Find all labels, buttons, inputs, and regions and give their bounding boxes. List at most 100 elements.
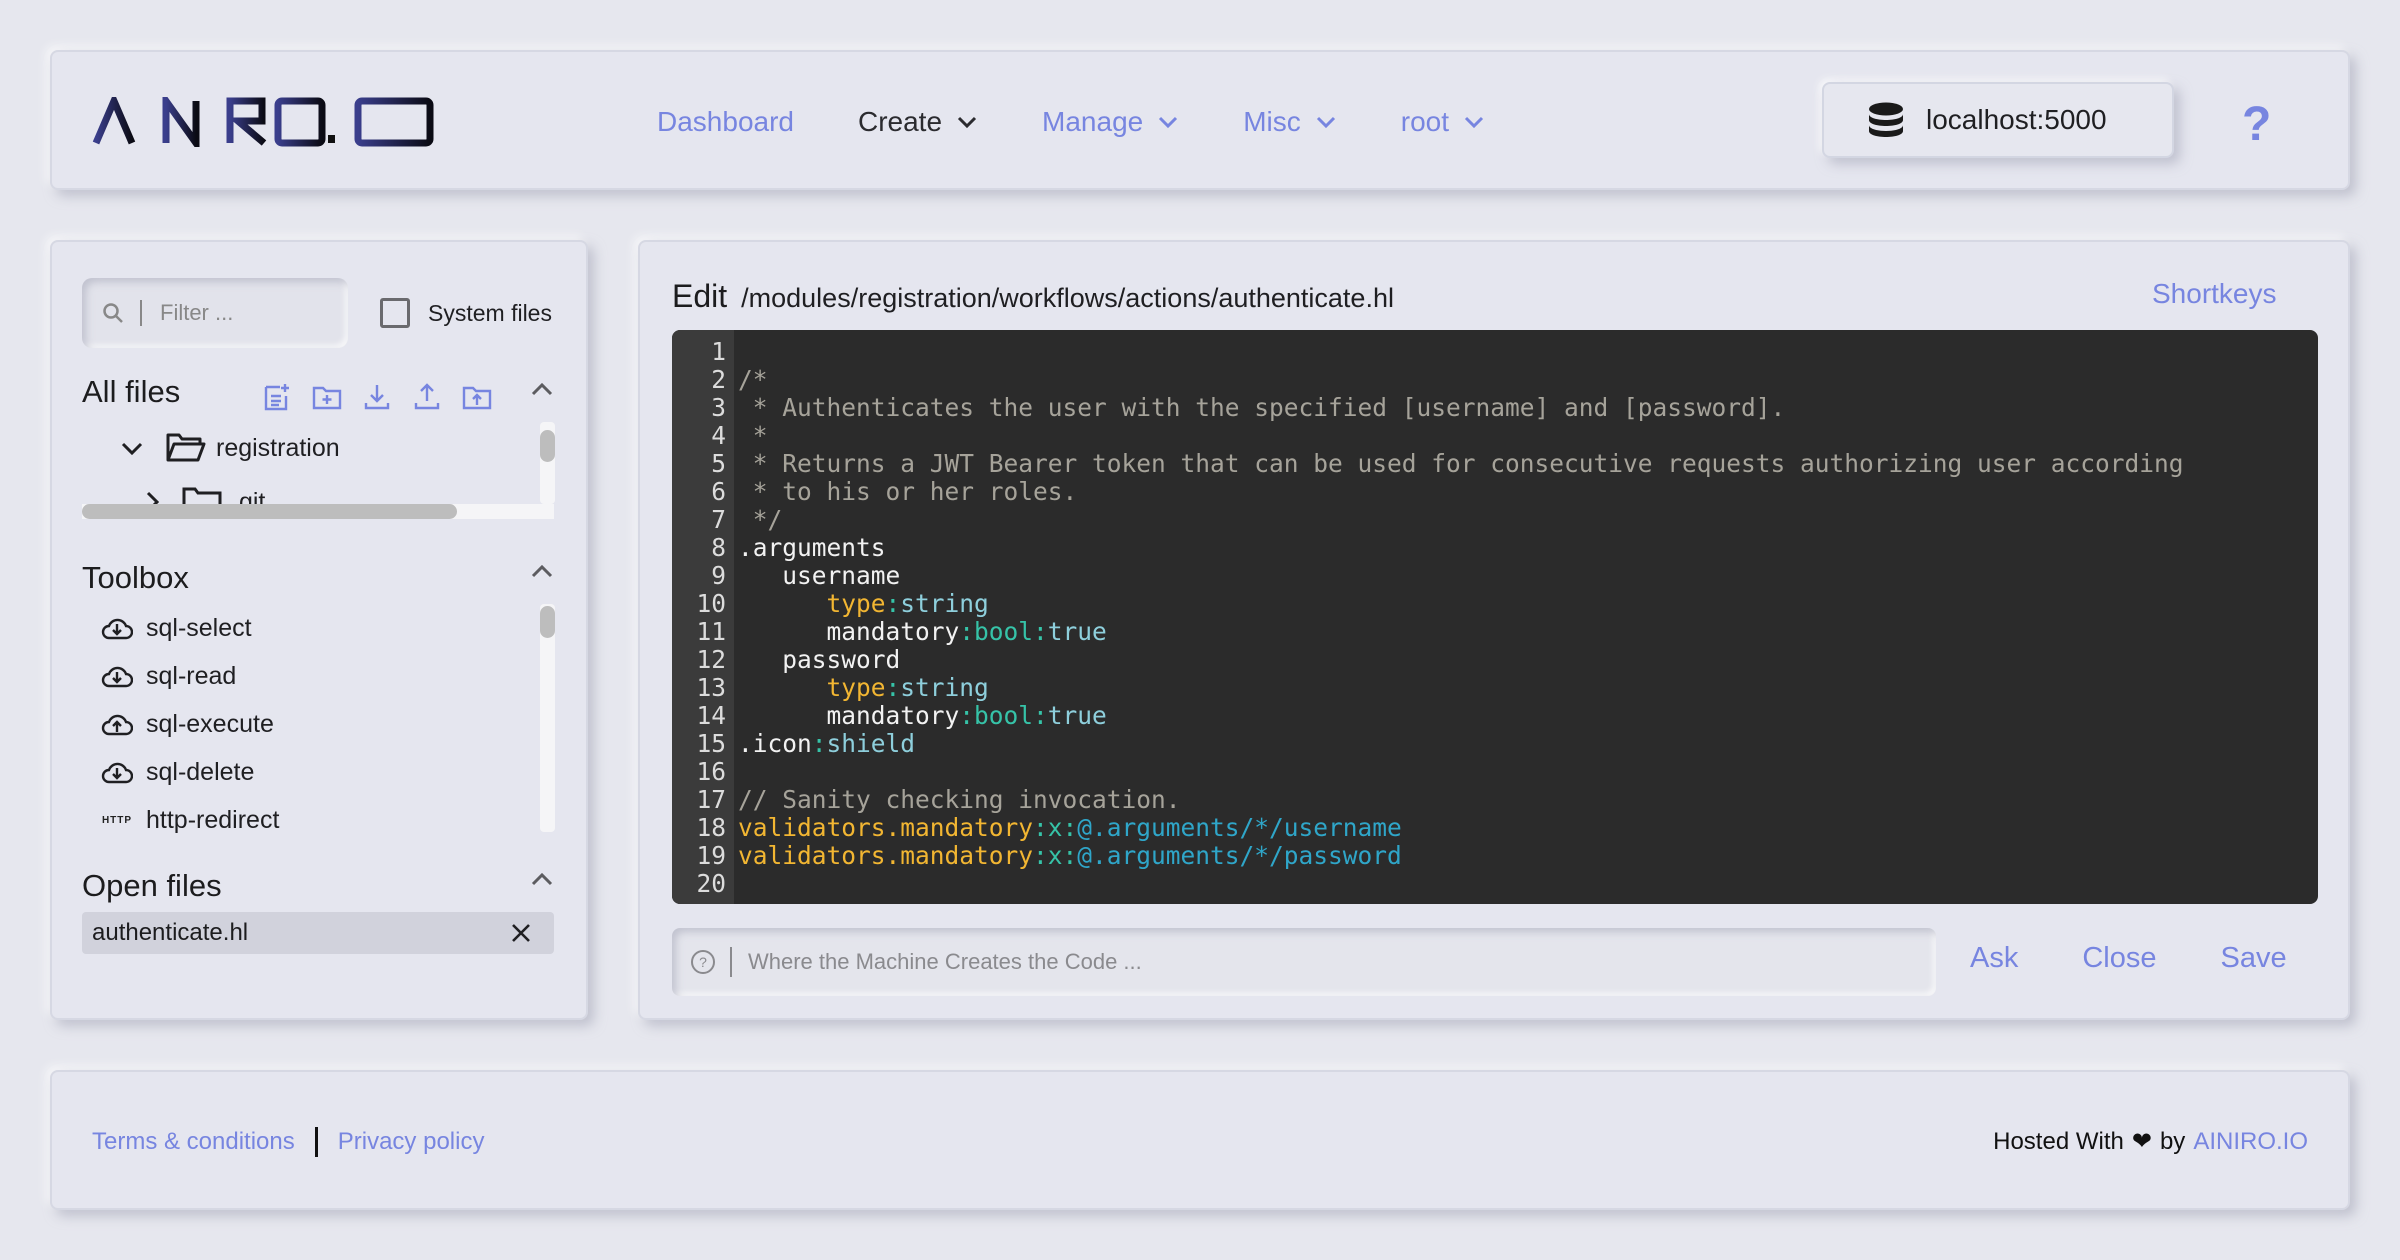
collapse-toolbox-icon[interactable] — [530, 564, 554, 578]
heart-icon: ❤ — [2131, 1128, 2152, 1155]
editor-panel: Edit /modules/registration/workflows/act… — [638, 240, 2350, 1020]
code-line[interactable]: password — [738, 646, 2184, 674]
file-explorer-panel: Filter ... System files All files regist… — [50, 240, 588, 1020]
scrollbar-thumb[interactable] — [82, 504, 457, 519]
brand-link[interactable]: AINIRO.IO — [2193, 1128, 2308, 1156]
close-icon[interactable] — [510, 922, 532, 944]
toolbox-item-label: sql-select — [146, 613, 252, 642]
folder-open-icon — [166, 433, 206, 462]
scrollbar-thumb[interactable] — [540, 606, 555, 638]
open-file-label: authenticate.hl — [92, 919, 249, 946]
code-line[interactable]: type:string — [738, 590, 2184, 618]
code-line[interactable]: .arguments — [738, 534, 2184, 562]
code-token-colon: :bool: — [959, 617, 1048, 646]
code-line[interactable]: // Sanity checking invocation. — [738, 786, 2184, 814]
code-line[interactable]: validators.mandatory:x:@.arguments/*/pas… — [738, 842, 2184, 870]
code-token-comment: // Sanity checking invocation. — [738, 785, 1181, 814]
nav-root[interactable]: root — [1401, 106, 1485, 138]
file-tree-horizontal-scrollbar[interactable] — [82, 504, 554, 519]
code-line[interactable]: username — [738, 562, 2184, 590]
code-line[interactable]: validators.mandatory:x:@.arguments/*/use… — [738, 814, 2184, 842]
line-number: 13 — [696, 673, 726, 702]
privacy-link[interactable]: Privacy policy — [338, 1128, 485, 1156]
code-token-key: validators.mandatory — [738, 813, 1034, 842]
system-files-toggle[interactable]: System files — [380, 298, 552, 328]
line-number: 3 — [711, 393, 726, 422]
code-token-plain: mandatory — [738, 701, 960, 730]
prompt-placeholder: Where the Machine Creates the Code ... — [748, 949, 1142, 974]
footer: Terms & conditions Privacy policy Hosted… — [50, 1070, 2350, 1210]
download-icon[interactable] — [362, 382, 392, 412]
code-line[interactable]: type:string — [738, 674, 2184, 702]
close-button[interactable]: Close — [2082, 942, 2156, 975]
line-number: 2 — [711, 365, 726, 394]
nav-manage[interactable]: Manage — [1042, 106, 1179, 138]
footer-links: Terms & conditions Privacy policy — [92, 1127, 484, 1157]
backend-selector-button[interactable]: localhost:5000 — [1822, 82, 2174, 158]
nav-manage-label: Manage — [1042, 106, 1144, 137]
ask-button[interactable]: Ask — [1970, 942, 2018, 975]
line-number: 8 — [711, 533, 726, 562]
nav-dashboard[interactable]: Dashboard — [657, 106, 794, 138]
tree-item-registration[interactable]: registration — [120, 432, 340, 464]
input-separator — [140, 300, 142, 326]
filter-placeholder: Filter ... — [160, 300, 234, 325]
line-number: 5 — [711, 449, 726, 478]
new-file-icon[interactable] — [262, 382, 292, 412]
save-button[interactable]: Save — [2221, 942, 2287, 975]
open-files-title: Open files — [82, 868, 222, 903]
code-line[interactable] — [738, 758, 2184, 786]
code-line[interactable] — [738, 338, 2184, 366]
toolbox-item-label: sql-execute — [146, 709, 274, 738]
toolbox-item-label: http-redirect — [146, 805, 280, 834]
toolbox-vertical-scrollbar[interactable] — [540, 604, 555, 832]
toolbox-item[interactable]: HTTP http-redirect — [100, 796, 279, 844]
toolbox-item[interactable]: sql-delete — [100, 748, 279, 796]
terms-link[interactable]: Terms & conditions — [92, 1128, 295, 1156]
collapse-all-files-icon[interactable] — [530, 382, 554, 396]
file-tree-vertical-scrollbar[interactable] — [540, 422, 555, 504]
database-icon — [1869, 102, 1903, 137]
toolbox-item[interactable]: sql-select — [100, 604, 279, 652]
ai-prompt-input[interactable]: ? Where the Machine Creates the Code ... — [672, 928, 1936, 996]
code-line[interactable]: * — [738, 422, 2184, 450]
collapse-open-files-icon[interactable] — [530, 872, 554, 886]
code-token-colon: :x: — [1033, 841, 1078, 870]
shortkeys-link[interactable]: Shortkeys — [2152, 278, 2277, 310]
main-nav: Dashboard Create Manage Misc root — [657, 102, 1549, 142]
filter-input[interactable]: Filter ... — [82, 278, 348, 348]
code-token-expr: @.arguments/*/username — [1077, 813, 1402, 842]
code-line[interactable] — [738, 870, 2184, 898]
code-lines[interactable]: /* * Authenticates the user with the spe… — [738, 338, 2184, 898]
code-line[interactable]: */ — [738, 506, 2184, 534]
code-line[interactable]: /* — [738, 366, 2184, 394]
code-line[interactable]: * Returns a JWT Bearer token that can be… — [738, 450, 2184, 478]
new-folder-icon[interactable] — [312, 382, 342, 412]
open-file-item[interactable]: authenticate.hl — [82, 912, 554, 954]
toolbox-item[interactable]: sql-read — [100, 652, 279, 700]
system-files-checkbox[interactable] — [380, 298, 410, 328]
help-icon[interactable]: ? — [2242, 97, 2271, 152]
nav-create[interactable]: Create — [858, 106, 978, 138]
file-path: /modules/registration/workflows/actions/… — [741, 283, 1394, 313]
ainiro-logo[interactable] — [92, 97, 437, 147]
upload-icon[interactable] — [412, 382, 442, 412]
code-line[interactable]: * Authenticates the user with the specif… — [738, 394, 2184, 422]
line-number: 15 — [696, 729, 726, 758]
code-token-plain: .icon — [738, 729, 812, 758]
code-line[interactable]: mandatory:bool:true — [738, 702, 2184, 730]
code-line[interactable]: .icon:shield — [738, 730, 2184, 758]
code-line[interactable]: * to his or her roles. — [738, 478, 2184, 506]
scrollbar-thumb[interactable] — [540, 430, 555, 462]
line-number: 11 — [696, 617, 726, 646]
nav-create-label: Create — [857, 106, 943, 137]
nav-misc[interactable]: Misc — [1243, 106, 1337, 138]
chevron-down-icon — [1159, 116, 1178, 129]
code-editor[interactable]: 1 2 3 4 5 6 7 8 9 10 11 12 13 14 15 16 17 18 19 20 /* * Aut… — [672, 330, 2318, 904]
code-line[interactable]: mandatory:bool:true — [738, 618, 2184, 646]
toolbox-item[interactable]: sql-execute — [100, 700, 279, 748]
upload-folder-icon[interactable] — [462, 382, 492, 412]
hosted-by: Hosted With ❤ by AINIRO.IO — [1993, 1127, 2308, 1156]
tree-item-label: registration — [216, 433, 340, 462]
code-token-colon: : — [885, 673, 901, 702]
